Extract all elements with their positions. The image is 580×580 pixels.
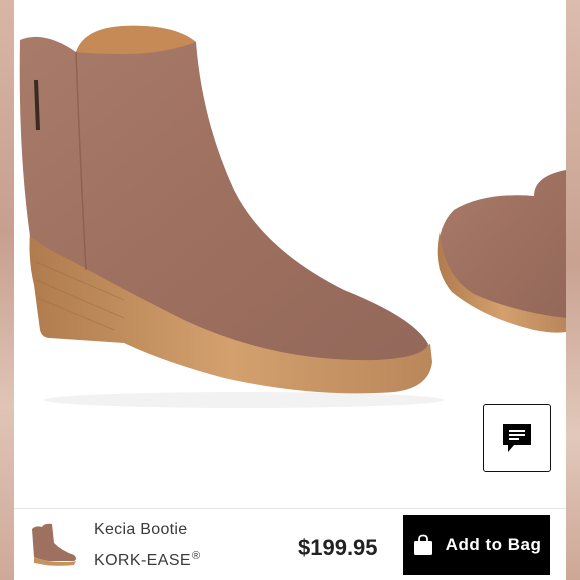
background-band-right	[566, 0, 580, 580]
boot-zipper	[34, 79, 40, 131]
add-to-bag-label: Add to Bag	[445, 535, 542, 554]
product-thumbnail[interactable]	[28, 521, 80, 569]
product-name: Kecia Bootie	[94, 521, 188, 538]
product-brand: KORK-EASE®	[94, 550, 200, 570]
background-band-left	[0, 0, 14, 580]
brand-name: KORK-EASE	[94, 552, 191, 569]
product-view: Kecia Bootie KORK-EASE® $199.95 Add to B…	[14, 0, 566, 580]
purchase-bar: Kecia Bootie KORK-EASE® $199.95 Add to B…	[14, 508, 566, 580]
add-to-bag-button[interactable]: Add to Bag	[403, 515, 550, 575]
chat-bubble-icon	[503, 424, 531, 452]
second-boot-upper	[438, 170, 566, 320]
product-price: $199.95	[298, 535, 378, 560]
registered-mark: ®	[191, 550, 201, 562]
chat-button[interactable]	[483, 404, 551, 472]
shopping-bag-icon	[413, 534, 432, 555]
